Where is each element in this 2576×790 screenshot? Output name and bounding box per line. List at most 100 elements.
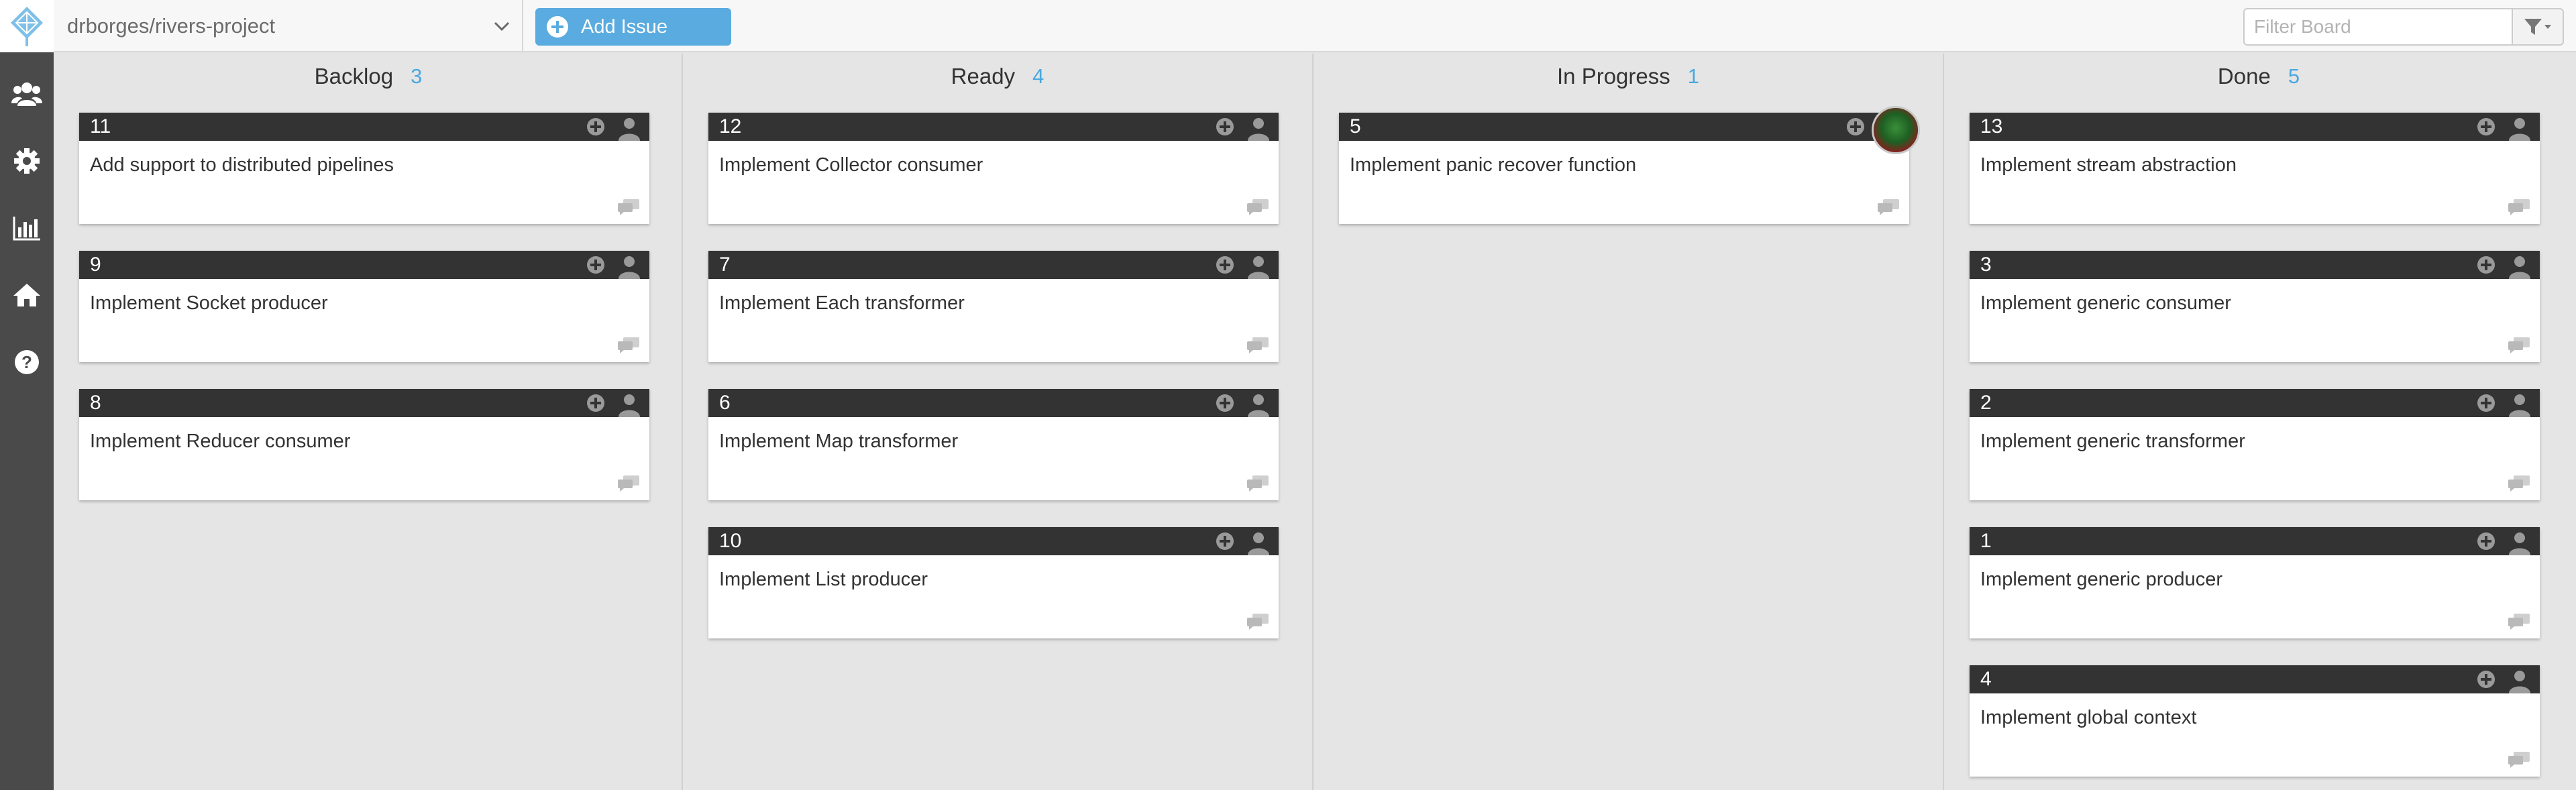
issue-number: 13	[1980, 115, 2003, 137]
issue-card[interactable]: 12 Implement Collector consumer	[708, 113, 1279, 224]
issue-card[interactable]: 5 Implement panic recover function	[1339, 106, 1920, 224]
sidebar: ?	[0, 0, 54, 790]
card-header: 7	[708, 251, 1279, 279]
user-icon[interactable]	[1245, 114, 1272, 141]
comments-icon[interactable]	[2508, 751, 2530, 769]
assignee-avatar[interactable]	[1872, 106, 1920, 154]
column-in-progress: In Progress 1 5 Implement panic recover fun…	[1313, 54, 1943, 790]
user-icon[interactable]	[2506, 252, 2533, 279]
issue-card[interactable]: 9 Implement Socket producer	[79, 251, 649, 362]
plus-circle-icon[interactable]	[1216, 394, 1234, 412]
sidebar-item-help[interactable]: ?	[0, 341, 54, 384]
diamond-logo-icon	[11, 7, 43, 46]
user-icon[interactable]	[1245, 252, 1272, 279]
plus-circle-icon[interactable]	[1216, 117, 1234, 136]
card-header: 13	[1970, 113, 2540, 141]
comments-icon[interactable]	[617, 199, 640, 216]
comments-icon[interactable]	[2508, 337, 2530, 354]
card-header: 8	[79, 389, 649, 417]
issue-number: 10	[719, 530, 742, 552]
comments-icon[interactable]	[617, 337, 640, 354]
sidebar-item-reports[interactable]	[0, 207, 54, 249]
issue-card[interactable]: 11 Add support to distributed pipelines	[79, 113, 649, 224]
column-header: Backlog 3	[54, 54, 683, 99]
card-header: 11	[79, 113, 649, 141]
card-header: 9	[79, 251, 649, 279]
card-header: 2	[1970, 389, 2540, 417]
issue-number: 4	[1980, 668, 1992, 690]
plus-circle-icon[interactable]	[1846, 117, 1865, 136]
column-header: In Progress 1	[1313, 54, 1943, 99]
repo-name: drborges/rivers-project	[67, 14, 276, 38]
user-icon[interactable]	[616, 114, 643, 141]
issue-card[interactable]: 1 Implement generic producer	[1970, 527, 2540, 638]
user-icon[interactable]	[2506, 114, 2533, 141]
issue-number: 3	[1980, 253, 1992, 276]
users-icon	[11, 82, 42, 106]
issue-number: 2	[1980, 392, 1992, 414]
user-icon[interactable]	[616, 252, 643, 279]
help-icon: ?	[15, 350, 39, 374]
home-icon	[13, 284, 40, 306]
issue-title: Implement Each transformer	[719, 292, 965, 314]
column-title: Done	[2217, 64, 2271, 89]
comments-icon[interactable]	[1246, 199, 1269, 216]
plus-circle-icon	[547, 16, 568, 38]
user-icon[interactable]	[616, 390, 643, 417]
card-header: 6	[708, 389, 1279, 417]
plus-circle-icon[interactable]	[2477, 670, 2496, 689]
comments-icon[interactable]	[2508, 199, 2530, 216]
column-count: 3	[411, 64, 423, 88]
comments-icon[interactable]	[2508, 613, 2530, 630]
issue-card[interactable]: 10 Implement List producer	[708, 527, 1279, 638]
column-count: 4	[1032, 64, 1044, 88]
sidebar-item-settings[interactable]	[0, 139, 54, 182]
issue-card[interactable]: 8 Implement Reducer consumer	[79, 389, 649, 500]
issue-number: 12	[719, 115, 742, 137]
plus-circle-icon[interactable]	[2477, 394, 2496, 412]
issue-number: 11	[90, 115, 111, 137]
comments-icon[interactable]	[1246, 475, 1269, 492]
user-icon[interactable]	[1245, 390, 1272, 417]
app-logo[interactable]	[0, 0, 54, 52]
issue-title: Implement panic recover function	[1350, 154, 1637, 176]
issue-number: 8	[90, 392, 101, 414]
user-icon[interactable]	[2506, 390, 2533, 417]
add-issue-button[interactable]: Add Issue	[535, 8, 731, 46]
issue-number: 7	[719, 253, 731, 276]
repo-selector[interactable]: drborges/rivers-project	[54, 0, 523, 52]
column-backlog: Backlog 3 11 Add support to distributed pip…	[54, 54, 683, 790]
issue-card[interactable]: 6 Implement Map transformer	[708, 389, 1279, 500]
plus-circle-icon[interactable]	[586, 256, 605, 274]
plus-circle-icon[interactable]	[2477, 117, 2496, 136]
issue-card[interactable]: 13 Implement stream abstraction	[1970, 113, 2540, 224]
comments-icon[interactable]	[1246, 613, 1269, 630]
plus-circle-icon[interactable]	[586, 394, 605, 412]
plus-circle-icon[interactable]	[2477, 532, 2496, 551]
comments-icon[interactable]	[2508, 475, 2530, 492]
svg-text:?: ?	[21, 352, 32, 372]
plus-circle-icon[interactable]	[2477, 256, 2496, 274]
issue-card[interactable]: 7 Implement Each transformer	[708, 251, 1279, 362]
plus-circle-icon[interactable]	[586, 117, 605, 136]
issue-card[interactable]: 4 Implement global context	[1970, 665, 2540, 777]
plus-circle-icon[interactable]	[1216, 256, 1234, 274]
filter-dropdown-button[interactable]	[2512, 8, 2564, 46]
user-icon[interactable]	[2506, 528, 2533, 555]
comments-icon[interactable]	[1877, 199, 1900, 216]
sidebar-item-people[interactable]	[0, 72, 54, 115]
issue-card[interactable]: 2 Implement generic transformer	[1970, 389, 2540, 500]
filter-board-input[interactable]	[2243, 8, 2512, 46]
card-header: 5	[1339, 106, 1920, 154]
top-bar: drborges/rivers-project Add Issue	[54, 0, 2576, 52]
issue-number: 6	[719, 392, 731, 414]
sidebar-item-home[interactable]	[0, 274, 54, 317]
card-header: 10	[708, 527, 1279, 555]
comments-icon[interactable]	[617, 475, 640, 492]
issue-card[interactable]: 3 Implement generic consumer	[1970, 251, 2540, 362]
user-icon[interactable]	[2506, 667, 2533, 693]
plus-circle-icon[interactable]	[1216, 532, 1234, 551]
user-icon[interactable]	[1245, 528, 1272, 555]
comments-icon[interactable]	[1246, 337, 1269, 354]
column-header: Ready 4	[683, 54, 1312, 99]
